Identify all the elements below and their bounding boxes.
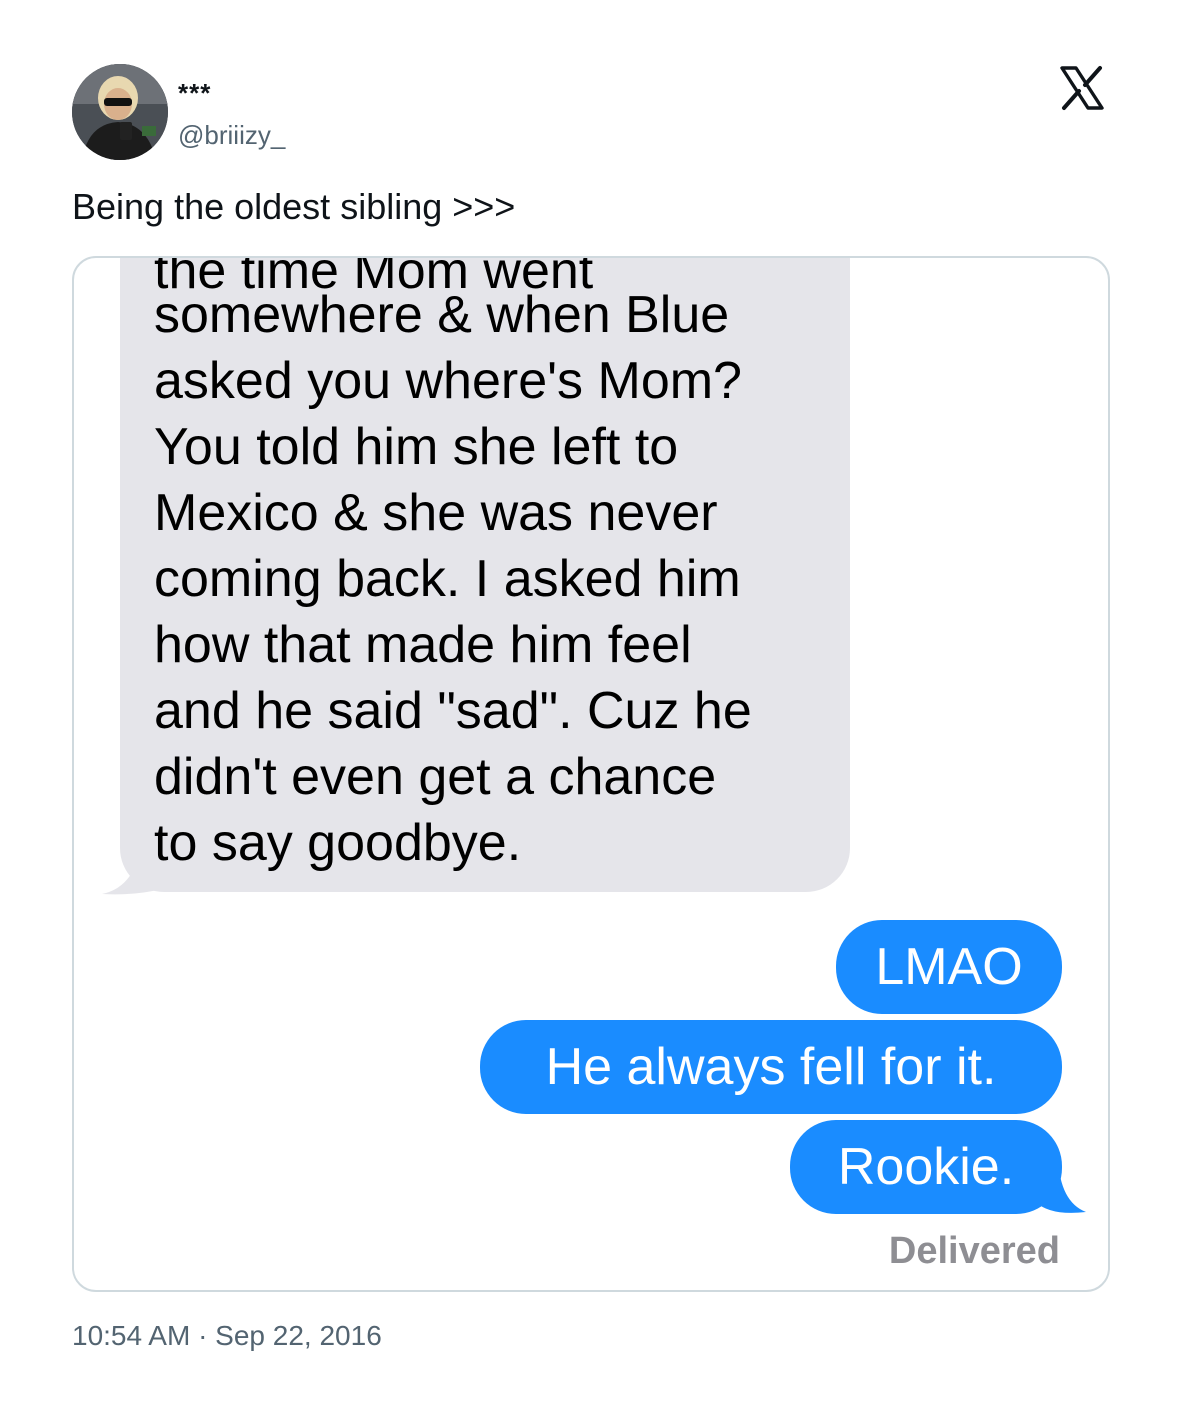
avatar[interactable] [72, 64, 168, 160]
tweet-header: *** @briiizy_ [72, 64, 1112, 164]
received-message-line: You told him she left to [154, 418, 679, 476]
display-name[interactable]: *** [178, 78, 211, 109]
received-message-line: asked you where's Mom? [154, 352, 742, 410]
received-message-line: coming back. I asked him [154, 550, 741, 608]
sent-message-bubble: Rookie. [790, 1120, 1062, 1214]
x-logo-icon-glyph [1060, 66, 1104, 110]
sent-message-bubble: LMAO [836, 920, 1062, 1014]
received-message-line: how that made him feel [154, 616, 692, 674]
tweet-timestamp[interactable]: 10:54 AM · Sep 22, 2016 [72, 1320, 382, 1352]
tweet-text: Being the oldest sibling >>> [72, 186, 516, 227]
received-message-line: Mexico & she was never [154, 484, 718, 542]
avatar-photo-icon [72, 64, 168, 160]
x-logo-icon[interactable] [1058, 64, 1106, 112]
user-handle[interactable]: @briiizy_ [178, 120, 285, 151]
received-message-line: to say goodbye. [154, 814, 522, 872]
sent-message-bubble: He always fell for it. [480, 1020, 1062, 1114]
received-message-line: somewhere & when Blue [154, 286, 730, 344]
delivered-status: Delivered [888, 1230, 1060, 1272]
media-card[interactable]: the time Mom went somewhere & when Blue … [72, 256, 1110, 1292]
sent-bubble-tail-icon [1036, 1158, 1086, 1213]
received-message-line: didn't even get a chance [154, 748, 717, 806]
received-message-line: and he said "sad". Cuz he [154, 682, 752, 740]
